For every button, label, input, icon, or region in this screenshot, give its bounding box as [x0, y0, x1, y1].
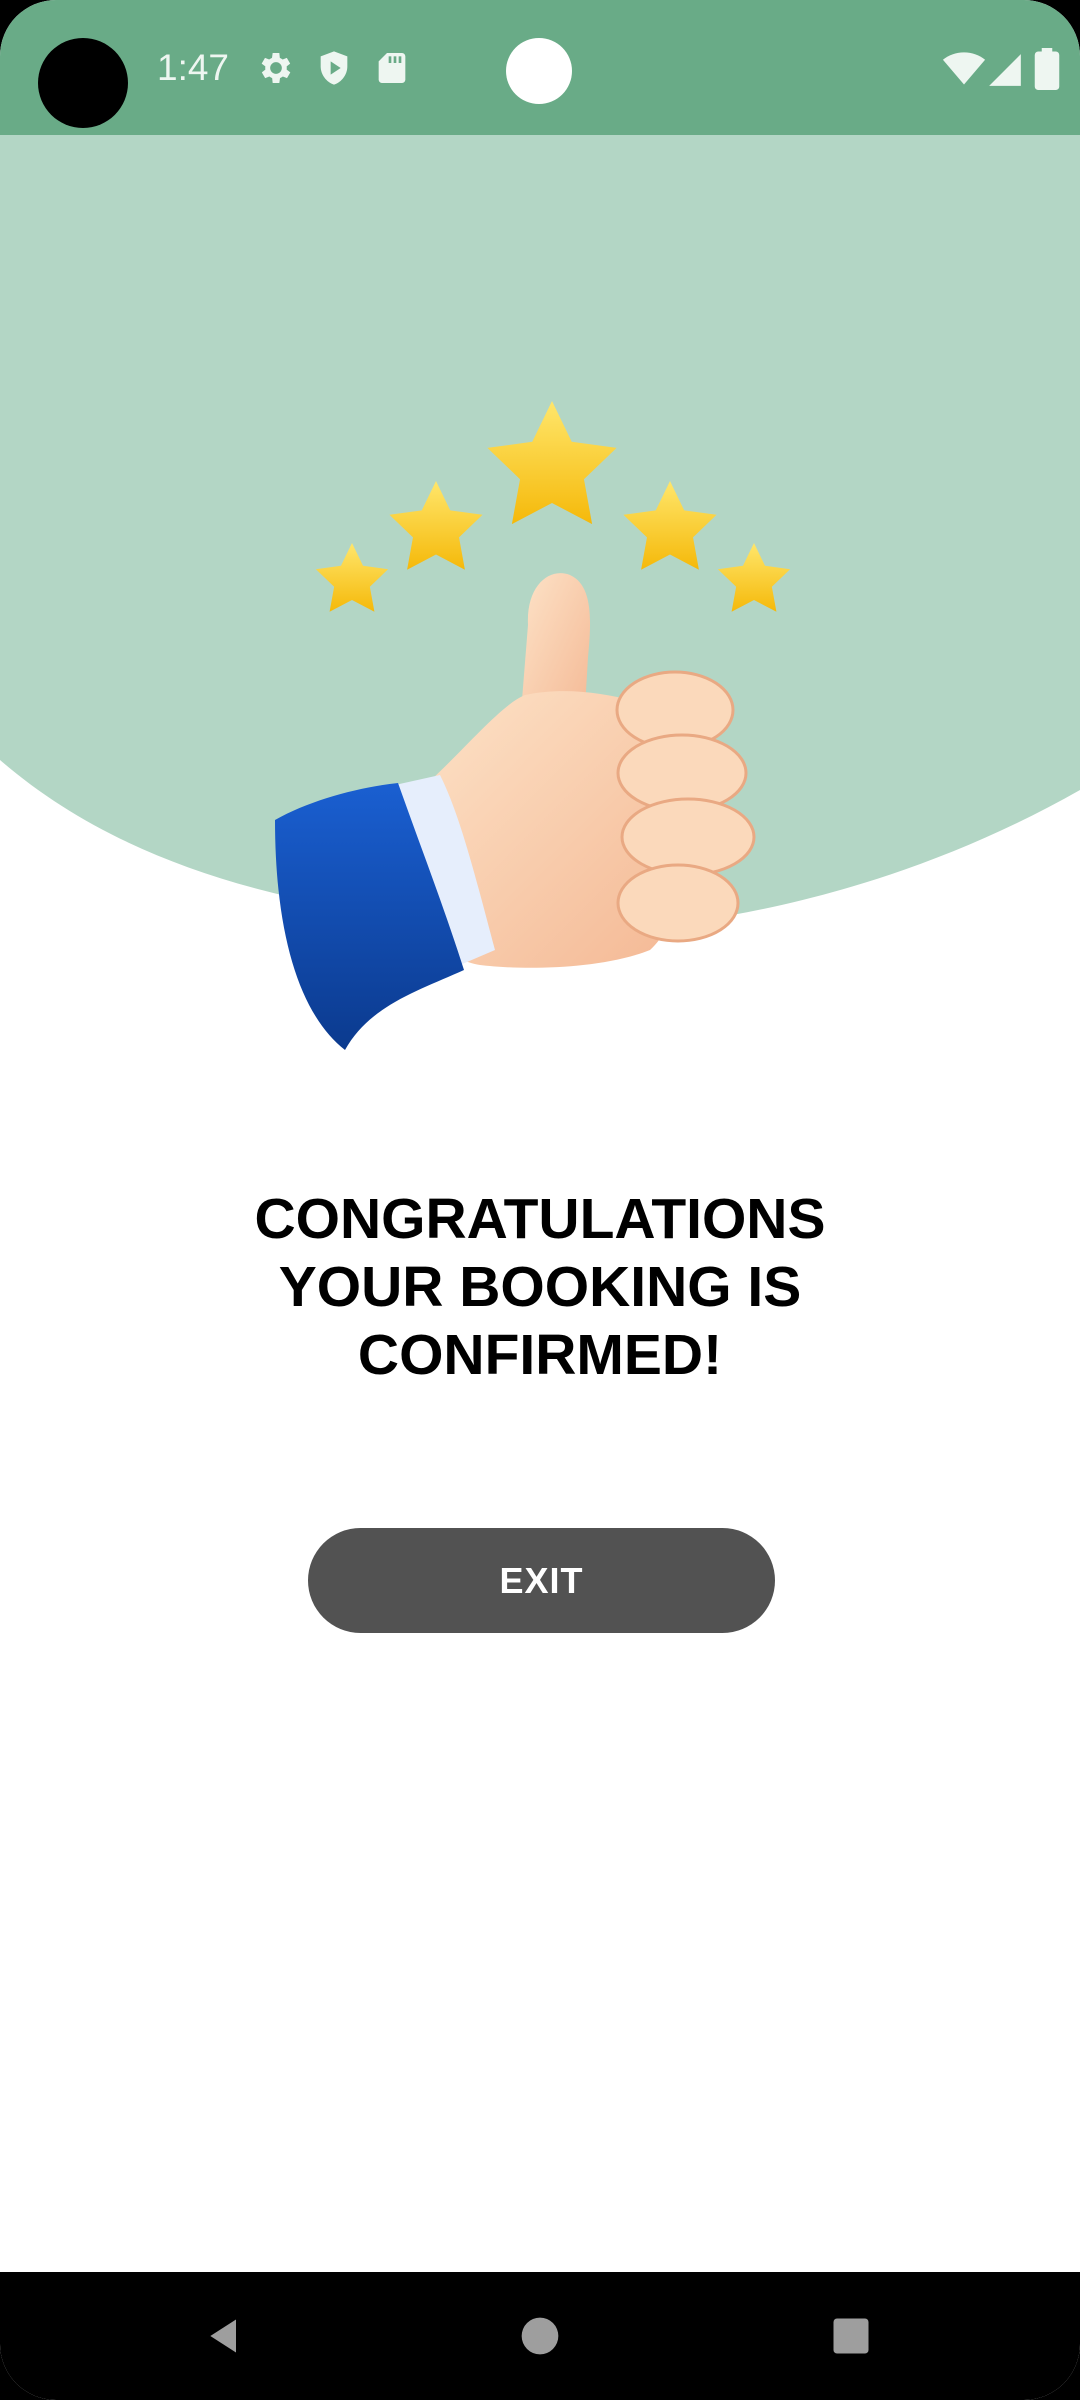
wifi-icon — [942, 52, 986, 85]
battery-icon — [1034, 48, 1060, 90]
message-line-2: YOUR BOOKING IS — [278, 1255, 802, 1319]
star-icon — [717, 543, 791, 612]
home-icon — [521, 2317, 559, 2355]
confirmation-message: CONGRATULATIONS YOUR BOOKING IS CONFIRME… — [140, 1185, 940, 1389]
back-button[interactable] — [180, 2272, 270, 2400]
recents-icon — [833, 2318, 869, 2354]
navigation-bar — [0, 2272, 1080, 2400]
message-line-1: CONGRATULATIONS — [254, 1187, 826, 1251]
star-icon — [389, 481, 483, 570]
camera-cutout — [38, 38, 128, 128]
screen: 1:47 CONGRATULATIONS YOUR BOOKING IS CON… — [0, 0, 1080, 2400]
gear-icon — [261, 53, 291, 83]
exit-button[interactable]: EXIT — [308, 1528, 775, 1633]
message-line-3: CONFIRMED! — [357, 1323, 723, 1387]
recents-button[interactable] — [806, 2272, 896, 2400]
hand-icon — [275, 573, 756, 1050]
sd-card-icon — [378, 53, 406, 83]
status-dot — [506, 38, 572, 104]
back-icon — [210, 2319, 236, 2353]
star-icon — [487, 401, 617, 525]
status-time: 1:47 — [157, 47, 230, 88]
shield-icon — [320, 51, 348, 85]
home-button[interactable] — [494, 2272, 586, 2400]
star-icon — [315, 543, 389, 612]
cell-signal-icon — [989, 54, 1021, 86]
thumbs-up-illustration — [275, 401, 791, 1050]
status-bar: 1:47 — [0, 0, 1080, 135]
star-icon — [623, 481, 717, 570]
